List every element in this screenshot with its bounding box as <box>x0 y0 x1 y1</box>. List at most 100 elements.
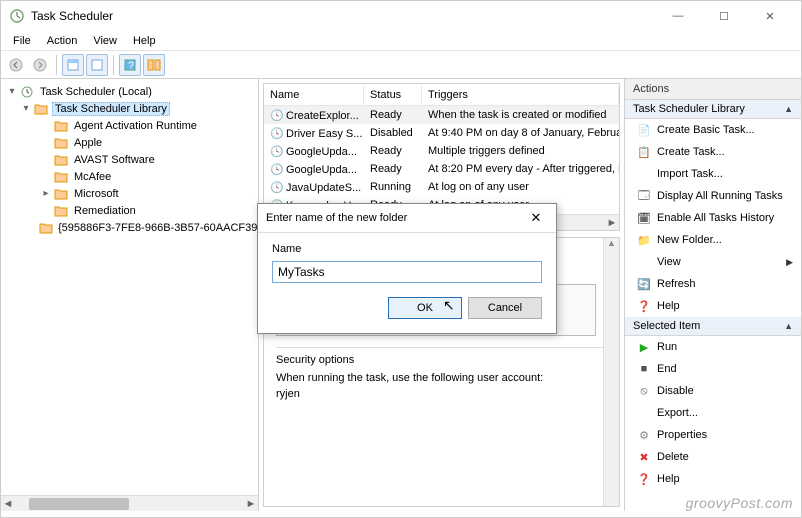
folder-icon <box>39 221 53 235</box>
clock-icon: 🕓 <box>270 109 284 122</box>
action-item[interactable]: 📋Create Task... <box>625 141 801 163</box>
collapse-icon[interactable]: ▾ <box>5 86 19 97</box>
tree-item[interactable]: ▸Microsoft <box>3 185 256 202</box>
action-icon: ■ <box>635 363 653 375</box>
tree-item[interactable]: Agent Activation Runtime <box>3 117 256 134</box>
tree-pane: ▾ Task Scheduler (Local) ▾ Task Schedule… <box>1 79 259 511</box>
task-row[interactable]: 🕓GoogleUpda...ReadyMultiple triggers def… <box>264 142 619 160</box>
submenu-arrow-icon: ▶ <box>786 257 793 268</box>
dialog-close-button[interactable]: ✕ <box>524 210 548 226</box>
task-row[interactable]: 🕓Driver Easy S...DisabledAt 9:40 PM on d… <box>264 124 619 142</box>
actions-group-library[interactable]: Task Scheduler Library▲ <box>625 100 801 119</box>
security-account-text: When running the task, use the following… <box>276 372 607 384</box>
task-row[interactable]: 🕓CreateExplor...ReadyWhen the task is cr… <box>264 106 619 124</box>
menubar: File Action View Help <box>1 31 801 51</box>
action-item[interactable]: View▶ <box>625 251 801 273</box>
menu-help[interactable]: Help <box>125 33 164 49</box>
action-icon: ✖ <box>635 451 653 464</box>
folder-icon <box>33 102 49 116</box>
tree-hscrollbar[interactable]: ◄► <box>1 495 258 511</box>
forward-button[interactable] <box>29 54 51 76</box>
action-icon: 📁 <box>635 234 653 247</box>
app-icon <box>9 8 25 24</box>
menu-action[interactable]: Action <box>39 33 86 49</box>
tree-item[interactable]: McAfee <box>3 168 256 185</box>
action-item[interactable]: ❓Help <box>625 295 801 317</box>
tree-item[interactable]: Apple <box>3 134 256 151</box>
folder-name-input[interactable] <box>272 261 542 283</box>
clock-icon: 🕓 <box>270 145 284 158</box>
action-icon: ⦸ <box>635 385 653 398</box>
col-name[interactable]: Name <box>264 86 364 104</box>
window-titlebar: Task Scheduler — ☐ ✕ <box>1 1 801 31</box>
folder-icon <box>53 204 69 218</box>
maximize-button[interactable]: ☐ <box>701 1 747 31</box>
back-button[interactable] <box>5 54 27 76</box>
close-button[interactable]: ✕ <box>747 1 793 31</box>
action-item[interactable]: 🔄Refresh <box>625 273 801 295</box>
collapse-icon[interactable]: ▾ <box>19 103 33 114</box>
folder-icon <box>53 153 69 167</box>
action-icon: 📄 <box>635 124 653 137</box>
toolbar-scope-icon[interactable] <box>62 54 84 76</box>
task-row[interactable]: 🕓GoogleUpda...ReadyAt 8:20 PM every day … <box>264 160 619 178</box>
col-status[interactable]: Status <box>364 86 422 104</box>
window-title: Task Scheduler <box>31 9 655 23</box>
action-icon: ⚙ <box>635 429 653 442</box>
clock-icon <box>19 85 35 99</box>
action-item[interactable]: Export... <box>625 402 801 424</box>
expand-icon[interactable]: ▸ <box>39 188 53 199</box>
actions-group-selected[interactable]: Selected Item▲ <box>625 317 801 336</box>
chevron-up-icon: ▲ <box>784 104 793 114</box>
task-list-header: Name Status Triggers <box>264 84 619 106</box>
action-icon: 🗓 <box>635 212 653 225</box>
clock-icon: 🕓 <box>270 127 284 140</box>
action-item[interactable]: ✖Delete <box>625 446 801 468</box>
actions-header: Actions <box>625 79 801 100</box>
toolbar-help-icon[interactable]: ? <box>119 54 141 76</box>
security-user: ryjen <box>276 388 607 400</box>
folder-icon <box>53 136 69 150</box>
chevron-up-icon: ▲ <box>784 321 793 331</box>
menu-view[interactable]: View <box>85 33 125 49</box>
minimize-button[interactable]: — <box>655 1 701 31</box>
tree-root[interactable]: ▾ Task Scheduler (Local) <box>3 83 256 100</box>
security-options-label: Security options <box>276 354 607 366</box>
action-item[interactable]: ▶Run <box>625 336 801 358</box>
action-item[interactable]: ⚙Properties <box>625 424 801 446</box>
clock-icon: 🕓 <box>270 181 284 194</box>
folder-icon <box>53 187 69 201</box>
action-item[interactable]: 📁New Folder... <box>625 229 801 251</box>
action-item[interactable]: 📄Create Basic Task... <box>625 119 801 141</box>
action-icon: ❓ <box>635 300 653 313</box>
detail-vscrollbar[interactable]: ▲ <box>603 238 619 506</box>
dialog-title: Enter name of the new folder <box>266 212 407 224</box>
cancel-button[interactable]: Cancel <box>468 297 542 319</box>
toolbar-pane-icon[interactable] <box>143 54 165 76</box>
action-icon: 🔄 <box>635 278 653 291</box>
action-icon: ▶ <box>635 341 653 354</box>
menu-file[interactable]: File <box>5 33 39 49</box>
ok-button[interactable]: OK <box>388 297 462 319</box>
new-folder-dialog: Enter name of the new folder ✕ Name OK C… <box>257 203 557 334</box>
action-item[interactable]: ❓Help <box>625 468 801 490</box>
dialog-name-label: Name <box>272 243 542 255</box>
action-item[interactable]: Import Task... <box>625 163 801 185</box>
action-item[interactable]: ■End <box>625 358 801 380</box>
tree-library[interactable]: ▾ Task Scheduler Library <box>3 100 256 117</box>
col-triggers[interactable]: Triggers <box>422 86 619 104</box>
tree-item[interactable]: {595886F3-7FE8-966B-3B57-60AACF398 <box>3 219 256 236</box>
action-item[interactable]: ⦸Disable <box>625 380 801 402</box>
action-icon: 🗔 <box>635 187 653 206</box>
action-item[interactable]: 🗔Display All Running Tasks <box>625 185 801 207</box>
tree-item[interactable]: Remediation <box>3 202 256 219</box>
actions-pane: Actions Task Scheduler Library▲ 📄Create … <box>625 79 801 511</box>
action-item[interactable]: 🗓Enable All Tasks History <box>625 207 801 229</box>
task-row[interactable]: 🕓JavaUpdateS...RunningAt log on of any u… <box>264 178 619 196</box>
tree-item[interactable]: AVAST Software <box>3 151 256 168</box>
svg-text:?: ? <box>128 60 134 72</box>
toolbar-refresh-icon[interactable] <box>86 54 108 76</box>
action-icon: 📋 <box>635 146 653 159</box>
watermark: groovyPost.com <box>686 495 793 511</box>
action-icon: ❓ <box>635 473 653 486</box>
